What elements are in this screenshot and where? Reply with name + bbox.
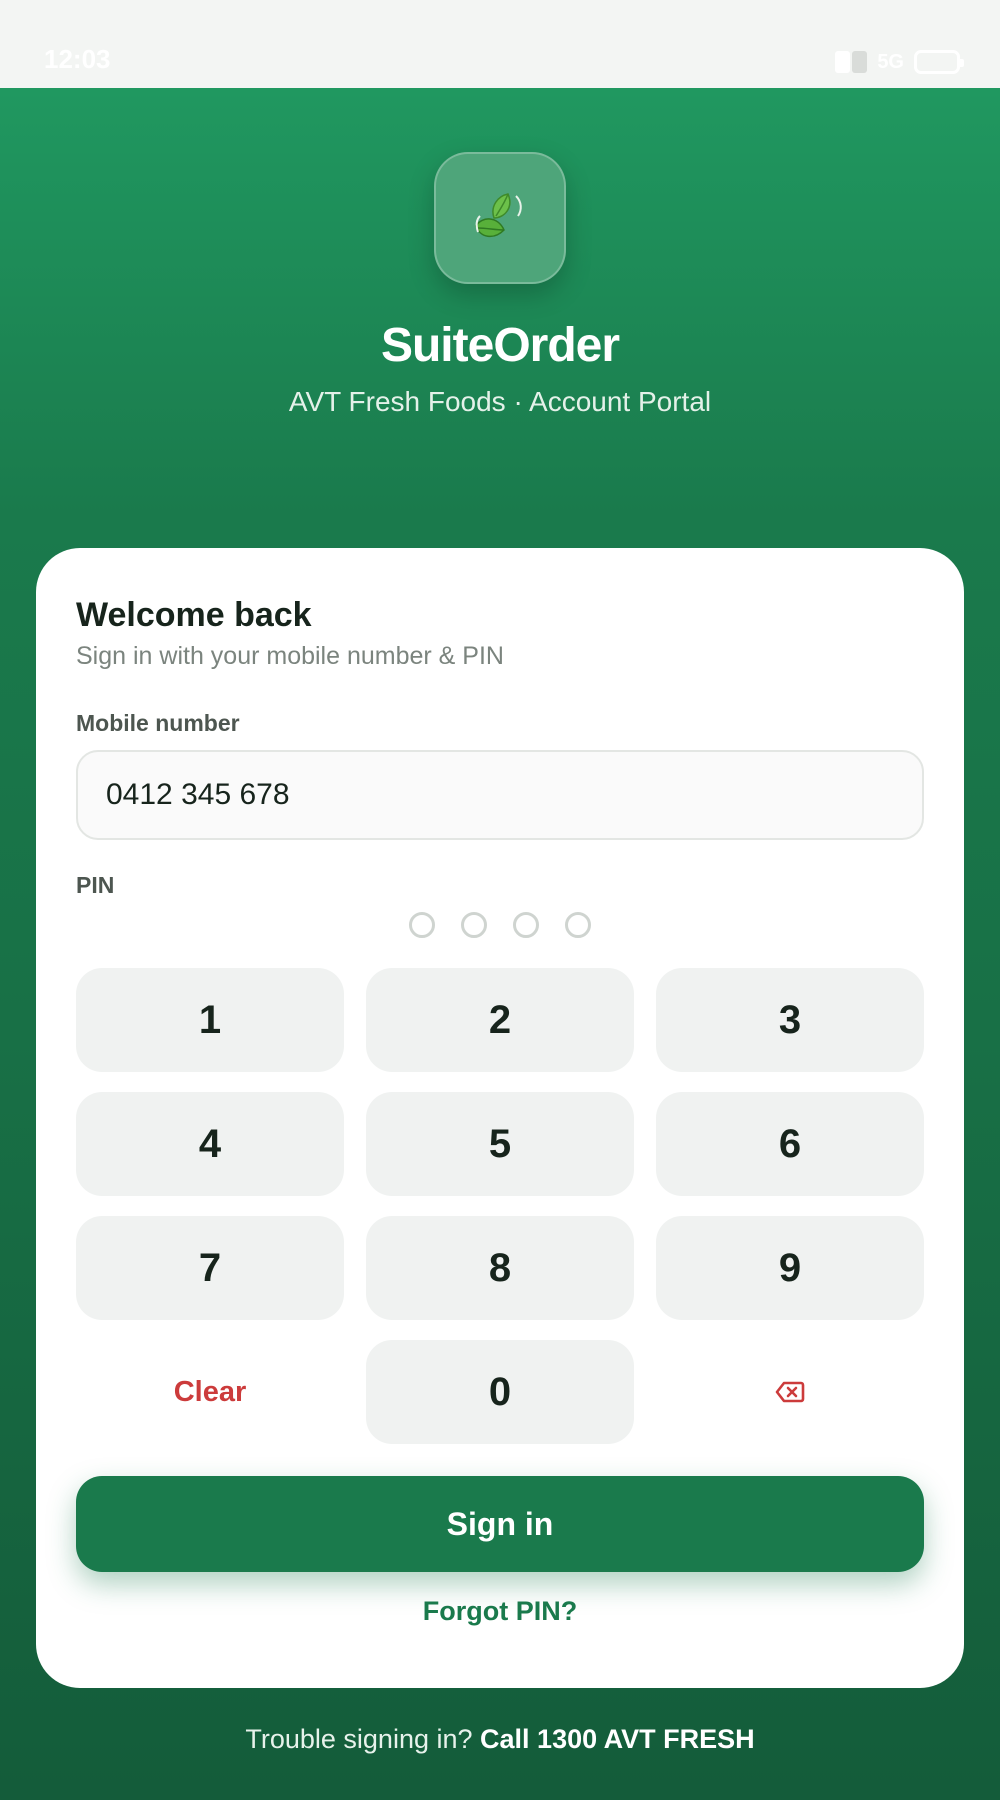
pin-dot [461,912,487,938]
key-4[interactable]: 4 [76,1092,344,1196]
key-1[interactable]: 1 [76,968,344,1072]
support-prefix: Trouble signing in? [245,1724,481,1754]
key-6[interactable]: 6 [656,1092,924,1196]
forgot-pin-link[interactable]: Forgot PIN? [36,1596,964,1627]
status-bar: 12:03 5G [0,0,1000,88]
app-logo [434,152,566,284]
support-call-link[interactable]: Call 1300 AVT FRESH [480,1724,755,1754]
pin-indicator [36,912,964,938]
app-subtitle: AVT Fresh Foods · Account Portal [288,386,712,417]
signal-icon [835,51,868,73]
welcome-subheading: Sign in with your mobile number & PIN [76,642,504,670]
pin-keypad: 1 2 3 4 5 6 7 8 9 Clear 0 [76,968,924,1444]
mobile-number-input[interactable] [76,750,924,840]
pin-dot [409,912,435,938]
app-title: SuiteOrder [380,319,620,372]
key-2[interactable]: 2 [366,968,634,1072]
pin-dot [565,912,591,938]
clear-button[interactable]: Clear [76,1340,344,1444]
network-label: 5G [877,50,904,73]
mobile-label: Mobile number [76,710,240,736]
key-7[interactable]: 7 [76,1216,344,1320]
status-icons: 5G [835,50,964,74]
sign-in-button[interactable]: Sign in [76,1476,924,1572]
key-8[interactable]: 8 [366,1216,634,1320]
pin-label: PIN [76,872,115,898]
key-9[interactable]: 9 [656,1216,924,1320]
key-0[interactable]: 0 [366,1340,634,1444]
welcome-heading: Welcome back [76,596,312,634]
key-3[interactable]: 3 [656,968,924,1072]
leaf-icon [475,193,522,238]
pin-dot [513,912,539,938]
status-time: 12:03 [44,44,111,74]
backspace-icon [775,1381,805,1403]
battery-icon [914,50,964,74]
support-footer: Trouble signing in? Call 1300 AVT FRESH [0,1724,1000,1755]
login-card: Welcome back Sign in with your mobile nu… [36,548,964,1688]
backspace-button[interactable] [656,1340,924,1444]
key-5[interactable]: 5 [366,1092,634,1196]
